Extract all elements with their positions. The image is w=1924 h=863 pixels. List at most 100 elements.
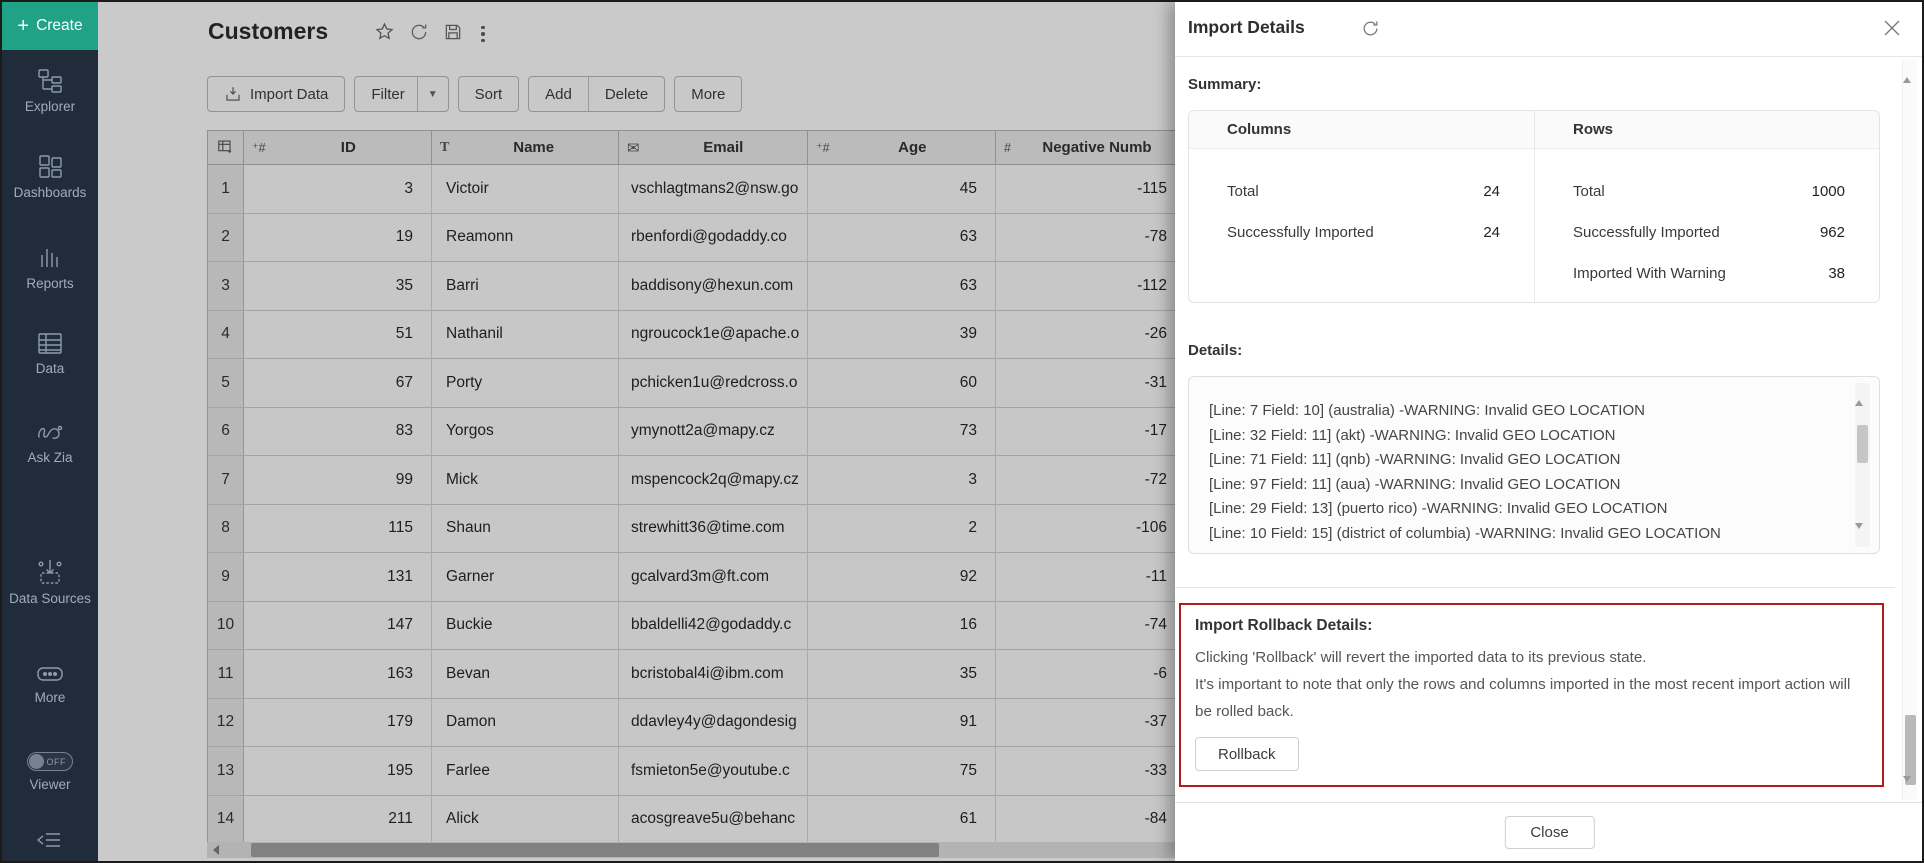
cell-age[interactable]: 92: [808, 553, 996, 601]
cell-negative-numb[interactable]: -84: [996, 796, 1184, 844]
cell-name[interactable]: Barri: [432, 262, 619, 310]
cell-negative-numb[interactable]: -112: [996, 262, 1184, 310]
cell-email[interactable]: bcristobal4i@ibm.com: [619, 650, 808, 698]
viewer-off-toggle[interactable]: OFF: [27, 752, 73, 771]
add-button[interactable]: Add: [529, 77, 588, 111]
cell-id[interactable]: 19: [244, 214, 432, 262]
close-icon[interactable]: [1882, 18, 1902, 43]
cell-name[interactable]: Damon: [432, 699, 619, 747]
cell-id[interactable]: 67: [244, 359, 432, 407]
cell-id[interactable]: 51: [244, 311, 432, 359]
cell-email[interactable]: ymynott2a@mapy.cz: [619, 408, 808, 456]
cell-age[interactable]: 63: [808, 262, 996, 310]
cell-age[interactable]: 35: [808, 650, 996, 698]
cell-age[interactable]: 39: [808, 311, 996, 359]
horizontal-scrollbar-thumb[interactable]: [251, 843, 939, 857]
cell-name[interactable]: Victoir: [432, 165, 619, 213]
cell-id[interactable]: 83: [244, 408, 432, 456]
scroll-down-arrow[interactable]: [1903, 776, 1911, 799]
cell-negative-numb[interactable]: -11: [996, 553, 1184, 601]
refresh-icon[interactable]: [409, 22, 429, 47]
cell-id[interactable]: 211: [244, 796, 432, 844]
sort-button[interactable]: Sort: [458, 76, 520, 112]
sidebar-item-reports[interactable]: Reports: [2, 245, 98, 292]
cell-id[interactable]: 35: [244, 262, 432, 310]
cell-negative-numb[interactable]: -37: [996, 699, 1184, 747]
cell-negative-numb[interactable]: -6: [996, 650, 1184, 698]
filter-button[interactable]: Filter ▼: [354, 76, 448, 112]
sidebar-item-data-sources[interactable]: Data Sources: [2, 558, 98, 607]
cell-negative-numb[interactable]: -72: [996, 456, 1184, 504]
column-header-negative-numb[interactable]: # Negative Numb: [996, 131, 1184, 164]
cell-id[interactable]: 179: [244, 699, 432, 747]
cell-age[interactable]: 63: [808, 214, 996, 262]
cell-negative-numb[interactable]: -31: [996, 359, 1184, 407]
save-icon[interactable]: [443, 22, 463, 47]
sidebar-item-dashboards[interactable]: Dashboards: [2, 154, 98, 201]
column-header-id[interactable]: ⁺# ID: [244, 131, 432, 164]
cell-name[interactable]: Mick: [432, 456, 619, 504]
cell-name[interactable]: Bevan: [432, 650, 619, 698]
rollback-button[interactable]: Rollback: [1195, 737, 1299, 771]
cell-age[interactable]: 3: [808, 456, 996, 504]
cell-negative-numb[interactable]: -74: [996, 602, 1184, 650]
column-header-age[interactable]: ⁺# Age: [808, 131, 996, 164]
cell-name[interactable]: Porty: [432, 359, 619, 407]
close-button[interactable]: Close: [1504, 816, 1594, 849]
details-scrollbar-thumb[interactable]: [1857, 425, 1868, 463]
scroll-up-arrow[interactable]: [1855, 383, 1863, 406]
table-corner-menu[interactable]: [208, 131, 244, 164]
viewer-toggle[interactable]: OFF Viewer: [2, 752, 98, 793]
kebab-menu-icon[interactable]: [477, 26, 489, 43]
cell-email[interactable]: ddavley4y@dagondesig: [619, 699, 808, 747]
scroll-left-arrow[interactable]: [207, 842, 225, 858]
cell-id[interactable]: 147: [244, 602, 432, 650]
sidebar-item-ask-zia[interactable]: Ask Zia: [2, 420, 98, 466]
cell-id[interactable]: 99: [244, 456, 432, 504]
cell-age[interactable]: 73: [808, 408, 996, 456]
cell-email[interactable]: pchicken1u@redcross.o: [619, 359, 808, 407]
more-button[interactable]: More: [674, 76, 742, 112]
column-header-email[interactable]: ✉ Email: [619, 131, 808, 164]
cell-name[interactable]: Shaun: [432, 505, 619, 553]
cell-negative-numb[interactable]: -78: [996, 214, 1184, 262]
panel-scrollbar[interactable]: [1902, 60, 1917, 800]
cell-name[interactable]: Yorgos: [432, 408, 619, 456]
cell-email[interactable]: bbaldelli42@godaddy.c: [619, 602, 808, 650]
cell-id[interactable]: 115: [244, 505, 432, 553]
cell-age[interactable]: 16: [808, 602, 996, 650]
details-scrollbar[interactable]: [1855, 383, 1870, 547]
cell-age[interactable]: 61: [808, 796, 996, 844]
cell-email[interactable]: gcalvard3m@ft.com: [619, 553, 808, 601]
cell-id[interactable]: 131: [244, 553, 432, 601]
sidebar-item-more[interactable]: More: [2, 664, 98, 706]
cell-negative-numb[interactable]: -106: [996, 505, 1184, 553]
cell-id[interactable]: 163: [244, 650, 432, 698]
cell-name[interactable]: Farlee: [432, 747, 619, 795]
sidebar-item-data[interactable]: Data: [2, 332, 98, 377]
create-button[interactable]: + Create: [2, 2, 98, 50]
import-data-button[interactable]: Import Data: [207, 76, 345, 112]
cell-negative-numb[interactable]: -17: [996, 408, 1184, 456]
cell-age[interactable]: 45: [808, 165, 996, 213]
cell-negative-numb[interactable]: -115: [996, 165, 1184, 213]
cell-negative-numb[interactable]: -26: [996, 311, 1184, 359]
refresh-icon[interactable]: [1361, 19, 1380, 43]
cell-email[interactable]: mspencock2q@mapy.cz: [619, 456, 808, 504]
cell-negative-numb[interactable]: -33: [996, 747, 1184, 795]
sidebar-collapse-button[interactable]: [2, 828, 98, 852]
cell-email[interactable]: rbenfordi@godaddy.co: [619, 214, 808, 262]
cell-name[interactable]: Buckie: [432, 602, 619, 650]
scroll-down-arrow[interactable]: [1855, 523, 1863, 546]
cell-email[interactable]: baddisony@hexun.com: [619, 262, 808, 310]
cell-email[interactable]: acosgreave5u@behanc: [619, 796, 808, 844]
panel-scrollbar-thumb[interactable]: [1905, 715, 1916, 785]
delete-button[interactable]: Delete: [588, 77, 664, 111]
cell-email[interactable]: ngroucock1e@apache.o: [619, 311, 808, 359]
cell-name[interactable]: Nathanil: [432, 311, 619, 359]
cell-name[interactable]: Garner: [432, 553, 619, 601]
cell-email[interactable]: fsmieton5e@youtube.c: [619, 747, 808, 795]
cell-email[interactable]: strewhitt36@time.com: [619, 505, 808, 553]
cell-id[interactable]: 3: [244, 165, 432, 213]
sidebar-item-explorer[interactable]: Explorer: [2, 68, 98, 115]
